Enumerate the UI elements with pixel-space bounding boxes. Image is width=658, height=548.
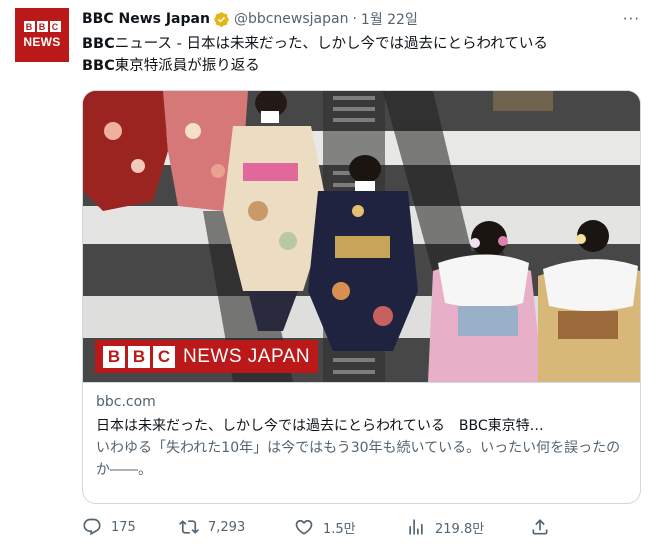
display-name[interactable]: BBC News Japan <box>82 11 210 27</box>
views-count: 219.8만 <box>435 521 485 537</box>
avatar-block-c: C <box>49 21 61 32</box>
avatar-word: NEWS <box>23 35 61 49</box>
card-image-illustration <box>83 91 640 382</box>
avatar-logo-blocks: B B C <box>23 21 61 32</box>
more-icon[interactable]: ··· <box>623 10 640 28</box>
avatar-block-b2: B <box>36 21 48 32</box>
card-image[interactable]: B B C NEWS JAPAN <box>83 91 640 382</box>
logo-block-c: C <box>153 345 175 368</box>
card-description: いわゆる「失われた10年」は今ではもう30年も続いている。いったい何を誤ったのか… <box>96 440 621 478</box>
like-icon <box>295 519 313 535</box>
bbc-news-japan-logo: B B C NEWS JAPAN <box>95 340 319 373</box>
retweet-button[interactable]: 7,293 <box>179 517 245 537</box>
action-bar: 175 7,293 1.5만 219.8만 <box>82 516 562 538</box>
share-button[interactable] <box>530 517 550 537</box>
card-domain: bbc.com <box>96 394 156 410</box>
tweet-line-1: BBCニュース - 日本は未来だった、しかし今では過去にとらわれている <box>82 33 642 55</box>
views-icon <box>409 519 423 535</box>
views-button[interactable]: 219.8만 <box>406 517 484 537</box>
verified-badge-icon <box>214 11 229 27</box>
header-separator: · <box>352 11 357 27</box>
card-title: 日本は未来だった、しかし今では過去にとらわれている BBC東京特… <box>96 418 544 434</box>
like-count: 1.5만 <box>323 521 356 537</box>
retweet-count: 7,293 <box>208 519 246 535</box>
avatar-block-b1: B <box>23 21 35 32</box>
logo-block-b2: B <box>128 345 150 368</box>
tweet-date[interactable]: 1월 22일 <box>361 9 418 29</box>
tweet-line-1-bold: BBC <box>82 36 115 52</box>
reply-icon <box>83 518 101 536</box>
link-card[interactable]: B B C NEWS JAPAN bbc.com 日本は未来だった、しかし今では… <box>82 90 641 504</box>
card-body: bbc.com 日本は未来だった、しかし今では過去にとらわれている BBC東京特… <box>83 382 640 481</box>
logo-words: NEWS JAPAN <box>183 345 311 367</box>
reply-count: 175 <box>111 519 136 535</box>
tweet-line-2: BBC東京特派員が振り返る <box>82 55 642 77</box>
tweet-line-2-rest: 東京特派員が振り返る <box>114 58 260 74</box>
share-icon <box>532 519 548 535</box>
tweet-line-2-bold: BBC <box>82 58 115 74</box>
tweet-text: BBCニュース - 日本は未来だった、しかし今では過去にとらわれている BBC東… <box>82 33 642 77</box>
logo-block-b1: B <box>103 345 125 368</box>
tweet-header: BBC News Japan @bbcnewsjapan · 1월 22일 <box>82 9 418 29</box>
handle[interactable]: @bbcnewsjapan <box>234 11 349 27</box>
reply-button[interactable]: 175 <box>82 517 136 537</box>
avatar[interactable]: B B C NEWS <box>15 8 69 62</box>
tweet-line-1-rest: ニュース - 日本は未来だった、しかし今では過去にとらわれている <box>114 36 548 52</box>
retweet-icon <box>179 520 199 534</box>
like-button[interactable]: 1.5만 <box>294 517 356 537</box>
